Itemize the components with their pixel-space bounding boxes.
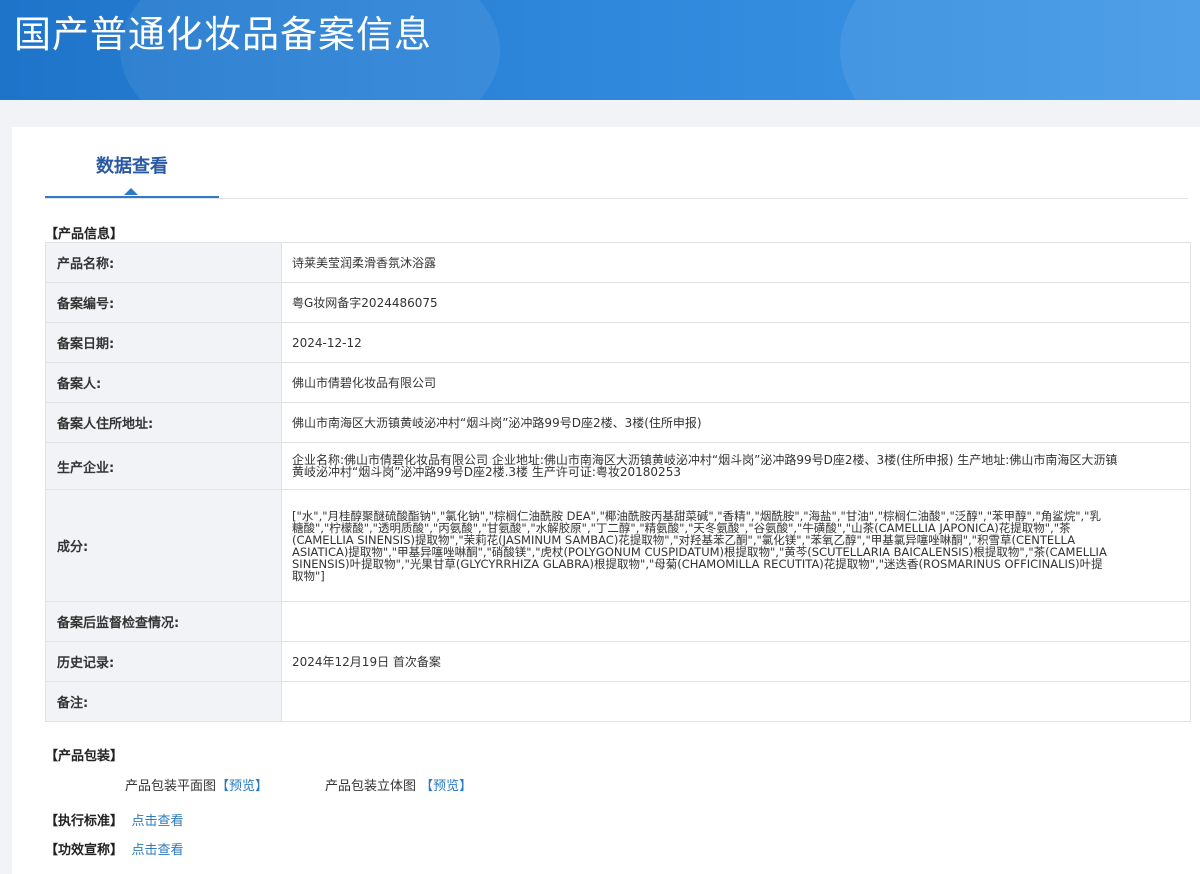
table-row: 历史记录: 2024年12月19日 首次备案 [45,641,1191,682]
label-address: 备案人住所地址: [45,402,282,443]
value-address: 佛山市南海区大沥镇黄岐泌冲村“烟斗岗”泌冲路99号D座2楼、3楼(住所申报) [281,402,1191,443]
label-ingredients: 成分: [45,489,282,602]
value-product-name: 诗莱美莹润柔滑香氛沐浴露 [281,242,1191,283]
table-row: 产品名称: 诗莱美莹润柔滑香氛沐浴露 [45,242,1191,283]
table-row: 备案编号: 粤G妆网备字2024486075 [45,282,1191,323]
value-ingredients: ["水","月桂醇聚醚硫酸酯钠","氯化钠","棕榈仁油酰胺 DEA","椰油酰… [281,489,1191,602]
packaging-solid: 产品包装立体图 【预览】 [325,775,472,794]
efficacy-view-link[interactable]: 点击查看 [132,843,184,858]
packaging-flat: 产品包装平面图【预览】 [125,775,268,794]
standard-view-link[interactable]: 点击查看 [132,814,184,829]
label-supervision: 备案后监督检查情况: [45,601,282,642]
page-title: 国产普通化妆品备案信息 [14,13,432,56]
table-row: 备案后监督检查情况: [45,601,1191,642]
table-row: 备注: [45,681,1191,722]
table-row: 备案人住所地址: 佛山市南海区大沥镇黄岐泌冲村“烟斗岗”泌冲路99号D座2楼、3… [45,402,1191,443]
value-remarks [281,681,1191,722]
label-reg-date: 备案日期: [45,322,282,363]
table-row: 生产企业: 企业名称:佛山市倩碧化妆品有限公司 企业地址:佛山市南海区大沥镇黄岐… [45,442,1191,490]
packaging-solid-label: 产品包装立体图 [325,779,417,794]
value-history: 2024年12月19日 首次备案 [281,641,1191,682]
table-row: 备案人: 佛山市倩碧化妆品有限公司 [45,362,1191,403]
value-registrant: 佛山市倩碧化妆品有限公司 [281,362,1191,403]
section-title-product-info: 【产品信息】 [45,227,124,242]
label-history: 历史记录: [45,641,282,682]
label-manufacturer: 生产企业: [45,442,282,490]
section-title-packaging: 【产品包装】 [45,749,124,764]
table-row: 成分: ["水","月桂醇聚醚硫酸酯钠","氯化钠","棕榈仁油酰胺 DEA",… [45,489,1191,602]
section-title-efficacy: 【功效宣称】 [45,843,124,858]
packaging-solid-preview-link[interactable]: 【预览】 [420,779,472,794]
product-info-table: 产品名称: 诗莱美莹润柔滑香氛沐浴露 备案编号: 粤G妆网备字202448607… [45,242,1191,722]
section-efficacy: 【功效宣称】 点击查看 [45,839,184,858]
tab-bar: 数据查看 [45,127,1188,199]
label-reg-no: 备案编号: [45,282,282,323]
value-manufacturer: 企业名称:佛山市倩碧化妆品有限公司 企业地址:佛山市南海区大沥镇黄岐泌冲村“烟斗… [281,442,1191,490]
label-product-name: 产品名称: [45,242,282,283]
table-row: 备案日期: 2024-12-12 [45,322,1191,363]
section-title-standard: 【执行标准】 [45,814,124,829]
content-panel: 数据查看 【产品信息】 产品名称: 诗莱美莹润柔滑香氛沐浴露 备案编号: 粤G妆… [12,127,1200,874]
value-supervision [281,601,1191,642]
section-standard: 【执行标准】 点击查看 [45,810,184,829]
value-reg-date: 2024-12-12 [281,322,1191,363]
packaging-flat-preview-link[interactable]: 【预览】 [216,779,268,794]
value-reg-no: 粤G妆网备字2024486075 [281,282,1191,323]
tab-active-indicator-icon [124,188,138,195]
label-registrant: 备案人: [45,362,282,403]
label-remarks: 备注: [45,681,282,722]
packaging-flat-label: 产品包装平面图 [125,779,217,794]
header-banner: 国产普通化妆品备案信息 [0,0,1200,100]
